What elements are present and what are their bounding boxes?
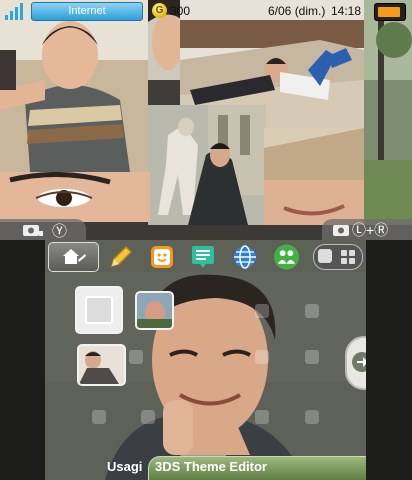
notifications-icon — [191, 245, 214, 268]
battery-icon — [374, 3, 406, 21]
blank-app-icon — [85, 296, 113, 324]
notifications-button[interactable] — [189, 243, 216, 270]
collage-photo-anime-pose — [148, 105, 266, 225]
play-coin-icon: G — [152, 3, 167, 18]
selected-app-slot[interactable] — [75, 286, 123, 334]
status-date: 6/06 (dim.) — [268, 4, 326, 18]
miiverse-face-icon — [150, 245, 173, 268]
single-view-icon[interactable] — [318, 249, 332, 263]
home-settings-icon — [63, 249, 86, 264]
collage-photo-pointing-man — [0, 0, 150, 172]
friend-list-icon — [273, 243, 300, 270]
camera-hint-left[interactable]: Ⓨ — [0, 219, 86, 240]
network-status: Internet — [31, 2, 143, 21]
internet-browser-button[interactable] — [231, 243, 258, 270]
status-time: 14:18 — [331, 4, 362, 18]
bottom-screen: Usagi 3DS Theme Editor — [45, 240, 366, 480]
status-bar: Internet G 300 6/06 (dim.) 14:18 — [0, 0, 412, 22]
next-arrow-icon — [352, 352, 366, 372]
camera-icon — [23, 225, 43, 236]
theme-title: 3DS Theme Editor — [155, 459, 267, 474]
collage-photo-grass — [364, 160, 412, 225]
footer-bar: Usagi 3DS Theme Editor — [45, 456, 366, 480]
home-settings-button[interactable] — [48, 242, 99, 272]
camera-hint-right[interactable]: Ⓛ+Ⓡ — [322, 219, 412, 240]
collage-photo-eye-closeup — [0, 172, 150, 222]
camera-icon — [333, 225, 349, 236]
signal-bars-icon — [5, 3, 27, 20]
user-name: Usagi — [107, 459, 143, 474]
pencil-icon — [110, 245, 132, 267]
app-icon-photo-1[interactable] — [135, 291, 174, 330]
collage-photo-trees — [364, 0, 412, 160]
view-mode-selector[interactable] — [313, 244, 363, 270]
app-thumbnail — [79, 346, 124, 384]
grid-view-icon[interactable] — [340, 249, 356, 265]
home-toolbar — [45, 240, 366, 272]
collage-photo-bed-edge — [264, 128, 364, 180]
app-thumbnail — [137, 293, 172, 328]
miiverse-button[interactable] — [148, 243, 175, 270]
play-coin-count: 300 — [170, 4, 191, 18]
lr-buttons-label: Ⓛ+Ⓡ — [352, 222, 389, 238]
next-page-button[interactable] — [345, 336, 366, 390]
internet-browser-icon — [233, 244, 256, 269]
top-screen: Internet G 300 6/06 (dim.) 14:18 Ⓨ Ⓛ+Ⓡ — [0, 0, 412, 240]
friend-list-button[interactable] — [273, 243, 300, 270]
game-notes-button[interactable] — [107, 243, 134, 270]
app-icon-photo-2[interactable] — [77, 344, 126, 386]
y-button-label: Ⓨ — [52, 223, 68, 240]
